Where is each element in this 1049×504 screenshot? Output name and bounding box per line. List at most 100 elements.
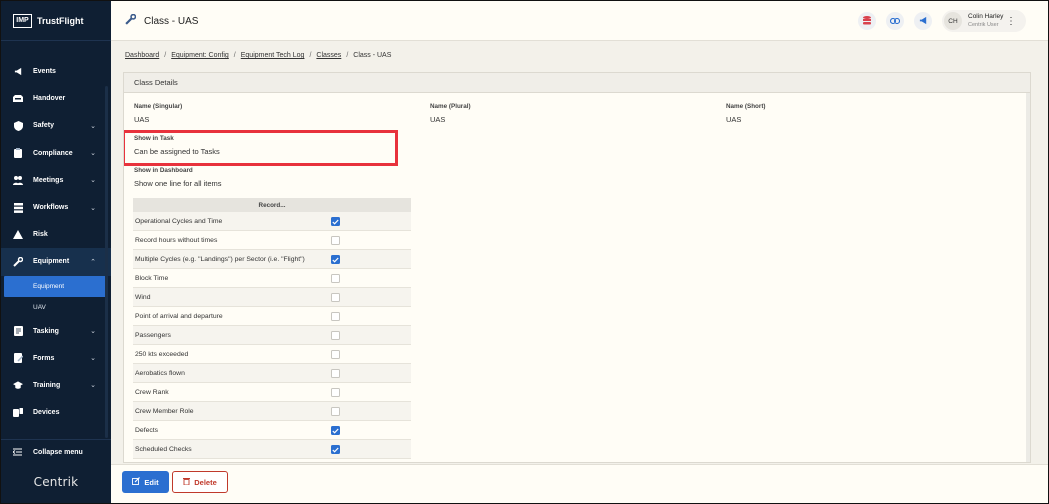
megaphone-icon: [13, 67, 23, 77]
link-button[interactable]: [886, 12, 904, 30]
record-table-header: Record...: [133, 198, 411, 212]
checkbox-checked[interactable]: [331, 255, 340, 264]
collapse-menu-button[interactable]: Collapse menu: [1, 439, 111, 465]
checkbox-unchecked[interactable]: [331, 293, 340, 302]
sidebar-item-equipment[interactable]: Equipment ⌃: [1, 248, 111, 276]
record-row: Scheduled Checks: [133, 440, 411, 459]
collapse-icon: [12, 448, 22, 458]
devices-icon: [13, 408, 23, 418]
checkbox-unchecked[interactable]: [331, 312, 340, 321]
record-row-label: Passengers: [135, 331, 171, 339]
inbox-icon: [13, 94, 23, 104]
sidebar-item-label: Equipment: [33, 258, 70, 266]
show-in-dashboard-field: Show in Dashboard Show one line for all …: [134, 167, 222, 188]
checkbox-checked[interactable]: [331, 426, 340, 435]
database-button[interactable]: [858, 12, 876, 30]
sidebar-item-workflows[interactable]: Workflows ⌄: [1, 194, 111, 221]
delete-label: Delete: [194, 477, 217, 487]
sidebar-subitem-equipment[interactable]: Equipment: [4, 275, 106, 297]
sidebar-item-risk[interactable]: Risk: [1, 221, 111, 248]
breadcrumb-classes[interactable]: Classes: [316, 52, 341, 59]
breadcrumb-equipment-config[interactable]: Equipment: Config: [171, 52, 229, 59]
checkbox-unchecked[interactable]: [331, 369, 340, 378]
checkbox-unchecked[interactable]: [331, 274, 340, 283]
sidebar-item-forms[interactable]: Forms ⌄: [1, 345, 111, 372]
announcements-button[interactable]: [914, 12, 932, 30]
chevron-up-icon: ⌃: [90, 258, 96, 266]
edit-button[interactable]: Edit: [122, 471, 169, 493]
card-header: Class Details: [124, 73, 1030, 93]
sidebar: IMP TrustFlight Events Handover Safety ⌄…: [1, 1, 111, 503]
highlight-box: [124, 130, 398, 166]
wrench-icon: [125, 13, 137, 28]
chevron-down-icon: ⌄: [90, 150, 96, 158]
sidebar-item-training[interactable]: Training ⌄: [1, 372, 111, 399]
field-label: Name (Singular): [134, 103, 183, 110]
main-content: Class - UAS CH Colin Harley Centrik User…: [111, 1, 1048, 503]
breadcrumb-dashboard[interactable]: Dashboard: [125, 52, 159, 59]
name-singular-field: Name (Singular) UAS: [134, 103, 182, 124]
record-row: Multiple Cycles (e.g. "Landings") per Se…: [133, 250, 411, 269]
record-row-label: Wind: [135, 293, 151, 301]
sidebar-item-label: Tasking: [33, 327, 59, 335]
graduation-icon: [13, 380, 23, 390]
sidebar-item-compliance[interactable]: Compliance ⌄: [1, 140, 111, 167]
sidebar-scrollbar[interactable]: [105, 86, 108, 438]
record-row-label: Crew Member Role: [135, 407, 194, 415]
record-row: 250 kts exceeded: [133, 345, 411, 364]
chevron-down-icon: ⌄: [90, 204, 96, 212]
record-row-label: Scheduled Checks: [135, 445, 192, 453]
app-window: IMP TrustFlight Events Handover Safety ⌄…: [1, 1, 1048, 503]
top-bar: Class - UAS CH Colin Harley Centrik User…: [111, 1, 1048, 41]
field-label: Name (Plural): [430, 103, 471, 110]
checkbox-unchecked[interactable]: [331, 350, 340, 359]
wrench-icon: [13, 256, 23, 267]
sidebar-item-meetings[interactable]: Meetings ⌄: [1, 167, 111, 194]
record-row: Crew Rank: [133, 383, 411, 402]
checkbox-unchecked[interactable]: [331, 331, 340, 340]
user-name: Colin Harley: [968, 13, 1004, 20]
sidebar-item-safety[interactable]: Safety ⌄: [1, 112, 111, 139]
user-menu[interactable]: CH Colin Harley Centrik User ⋮: [942, 10, 1026, 32]
breadcrumb-equipment-tech-log[interactable]: Equipment Tech Log: [241, 52, 305, 59]
kebab-menu-icon[interactable]: ⋮: [1006, 16, 1016, 27]
card-scrollbar[interactable]: [1026, 93, 1030, 462]
collapse-menu-label: Collapse menu: [33, 449, 83, 456]
sidebar-item-label: Events: [33, 68, 56, 76]
sidebar-item-label: Meetings: [33, 176, 64, 184]
page-title-text: Class - UAS: [144, 15, 199, 27]
delete-button[interactable]: Delete: [172, 471, 228, 493]
checkbox-unchecked[interactable]: [331, 388, 340, 397]
chevron-down-icon: ⌄: [90, 177, 96, 185]
sidebar-nav: Events Handover Safety ⌄ Compliance ⌄ Me…: [1, 58, 111, 426]
stack-icon: [13, 202, 23, 213]
breadcrumb-current: Class - UAS: [353, 52, 392, 59]
sidebar-item-label: Forms: [33, 354, 55, 362]
record-row: Passengers: [133, 326, 411, 345]
checkbox-checked[interactable]: [331, 217, 340, 226]
sidebar-item-devices[interactable]: Devices: [1, 399, 111, 426]
record-row: Crew Member Role: [133, 402, 411, 421]
chevron-down-icon: ⌄: [90, 382, 96, 390]
brand[interactable]: IMP TrustFlight: [1, 1, 111, 41]
sidebar-item-events[interactable]: Events: [1, 58, 111, 85]
record-row-label: Point of arrival and departure: [135, 312, 223, 320]
people-icon: [13, 175, 23, 186]
megaphone-icon: [919, 16, 928, 27]
record-row-label: 250 kts exceeded: [135, 350, 189, 358]
sidebar-item-tasking[interactable]: Tasking ⌄: [1, 318, 111, 345]
sidebar-subitem-uav[interactable]: UAV: [1, 297, 111, 318]
record-row: Record hours without times: [133, 231, 411, 250]
database-icon: [863, 15, 871, 27]
tasks-icon: [13, 326, 23, 337]
checkbox-unchecked[interactable]: [331, 236, 340, 245]
checkbox-checked[interactable]: [331, 445, 340, 454]
sidebar-item-label: Devices: [33, 409, 60, 417]
field-label: Show in Dashboard: [134, 167, 193, 174]
record-row: Point of arrival and departure: [133, 307, 411, 326]
avatar: CH: [944, 12, 962, 30]
sidebar-item-label: Handover: [33, 95, 66, 103]
sidebar-item-handover[interactable]: Handover: [1, 85, 111, 112]
field-value: UAS: [726, 115, 742, 124]
checkbox-unchecked[interactable]: [331, 407, 340, 416]
